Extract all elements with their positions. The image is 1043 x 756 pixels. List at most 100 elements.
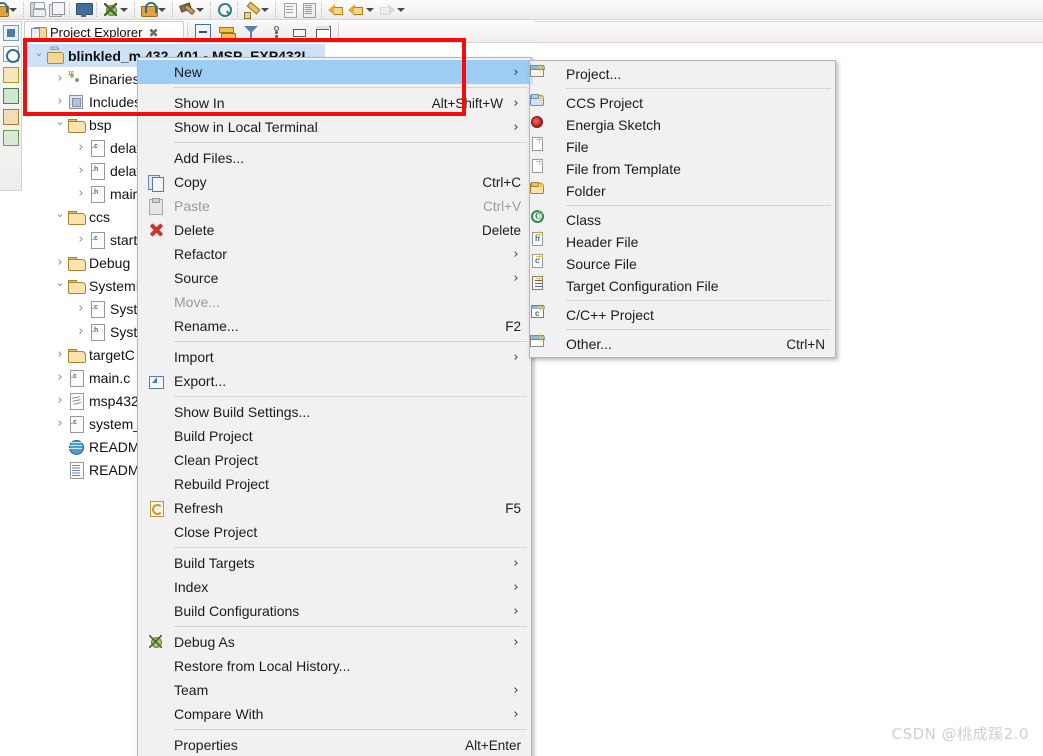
chevron-right-icon[interactable] [52, 416, 68, 431]
forward-button[interactable] [377, 0, 408, 20]
menu-item-rename[interactable]: Rename... F2 [138, 314, 531, 338]
menu-item-properties[interactable]: Properties Alt+Enter [138, 733, 531, 756]
menu-item-build-project[interactable]: Build Project [138, 424, 531, 448]
context-menu[interactable]: New › Show In Alt+Shift+W › Show in Local Ter… [137, 57, 532, 756]
outline-button[interactable] [299, 0, 318, 20]
chevron-right-icon[interactable] [73, 324, 89, 339]
perspective-icon-3[interactable] [2, 67, 19, 83]
submenu-item-folder[interactable]: Folder [530, 180, 835, 202]
collapse-all-icon[interactable] [195, 23, 211, 40]
menu-item-compare-with[interactable]: Compare With › [138, 702, 531, 726]
perspective-sidebar[interactable] [0, 21, 22, 191]
link-with-editor-icon[interactable] [219, 24, 236, 40]
search-button[interactable] [215, 0, 234, 20]
toolbar-leading-icon[interactable] [0, 0, 20, 20]
console-button[interactable] [74, 0, 93, 20]
chevron-right-icon[interactable] [73, 301, 89, 316]
save-button[interactable] [28, 0, 47, 20]
view-menu-icon[interactable] [267, 24, 283, 40]
chevron-right-icon[interactable] [52, 347, 68, 362]
menu-item-add-files[interactable]: Add Files... [138, 146, 531, 170]
submenu-item-source-file[interactable]: Source File [530, 253, 835, 275]
chevron-right-icon[interactable] [52, 393, 68, 408]
menu-item-rebuild-project[interactable]: Rebuild Project [138, 472, 531, 496]
chevron-down-icon[interactable] [52, 210, 68, 223]
submenu-item-header-file[interactable]: Header File [530, 231, 835, 253]
filter-icon[interactable] [243, 24, 259, 40]
new-submenu[interactable]: Project... CCS Project Energia Sketch File F… [529, 60, 836, 358]
menu-item-label: Other... [566, 336, 612, 352]
menu-item-build-configurations[interactable]: Build Configurations › [138, 599, 531, 623]
chevron-down-icon[interactable] [8, 1, 19, 18]
toolbar-separator [172, 2, 174, 17]
submenu-item-class[interactable]: Class [530, 209, 835, 231]
menu-item-label: Copy [174, 174, 207, 190]
chevron-right-icon[interactable] [52, 71, 68, 86]
submenu-item-file[interactable]: File [530, 136, 835, 158]
menu-item-refresh[interactable]: Refresh F5 [138, 496, 531, 520]
submenu-item-c-cpp-project[interactable]: C/C++ Project [530, 304, 835, 326]
run-button[interactable] [139, 0, 169, 20]
menu-item-import[interactable]: Import › [138, 345, 531, 369]
menu-item-show-build-settings[interactable]: Show Build Settings... [138, 400, 531, 424]
open-declaration-button[interactable] [280, 0, 299, 20]
submenu-item-target-configuration-file[interactable]: Target Configuration File [530, 275, 835, 297]
minimize-icon[interactable] [291, 24, 307, 40]
submenu-item-energia-sketch[interactable]: Energia Sketch [530, 114, 835, 136]
chevron-down-icon[interactable] [365, 1, 376, 18]
menu-separator [174, 626, 527, 627]
chevron-right-icon[interactable] [73, 232, 89, 247]
perspective-icon-6[interactable] [2, 130, 19, 146]
chevron-down-icon[interactable] [31, 49, 47, 62]
save-all-button[interactable] [47, 0, 66, 20]
menu-item-source[interactable]: Source › [138, 266, 531, 290]
menu-item-close-project[interactable]: Close Project [138, 520, 531, 544]
submenu-item-project[interactable]: Project... [530, 63, 835, 85]
menu-item-new[interactable]: New › [138, 60, 531, 84]
chevron-right-icon[interactable] [73, 186, 89, 201]
build-hammer-button[interactable] [177, 0, 207, 20]
chevron-down-icon[interactable] [52, 279, 68, 292]
chevron-down-icon[interactable] [119, 1, 130, 18]
chevron-down-icon[interactable] [195, 1, 206, 18]
chevron-right-icon[interactable] [52, 255, 68, 270]
debug-button[interactable] [101, 0, 131, 20]
menu-item-export[interactable]: Export... [138, 369, 531, 393]
perspective-icon-2[interactable] [2, 46, 20, 63]
menu-item-show-in[interactable]: Show In Alt+Shift+W › [138, 91, 531, 115]
view-toolbar [187, 22, 339, 42]
menu-item-copy[interactable]: Copy Ctrl+C [138, 170, 531, 194]
delete-icon [148, 222, 164, 238]
menu-item-refactor[interactable]: Refactor › [138, 242, 531, 266]
perspective-icon-4[interactable] [2, 88, 19, 104]
maximize-icon[interactable] [315, 24, 331, 40]
chevron-right-icon[interactable] [52, 370, 68, 385]
menu-item-team[interactable]: Team › [138, 678, 531, 702]
chevron-down-icon[interactable] [260, 1, 271, 18]
submenu-item-file-from-template[interactable]: File from Template [530, 158, 835, 180]
folder-icon [68, 255, 86, 271]
pencil-button[interactable] [242, 0, 272, 20]
perspective-icon-5[interactable] [2, 109, 19, 125]
menu-item-delete[interactable]: Delete Delete [138, 218, 531, 242]
perspective-icon-1[interactable] [2, 25, 19, 41]
chevron-down-icon[interactable] [157, 1, 168, 18]
menu-item-debug-as[interactable]: Debug As › [138, 630, 531, 654]
menu-item-index[interactable]: Index › [138, 575, 531, 599]
chevron-down-icon[interactable] [52, 118, 68, 131]
menu-item-restore-from-local-history[interactable]: Restore from Local History... [138, 654, 531, 678]
chevron-down-icon[interactable] [396, 1, 407, 18]
menu-item-clean-project[interactable]: Clean Project [138, 448, 531, 472]
chevron-right-icon[interactable] [73, 140, 89, 155]
chevron-right-icon: › [513, 349, 519, 365]
menu-item-show-in-local-terminal[interactable]: Show in Local Terminal › [138, 115, 531, 139]
previous-edit-button[interactable] [346, 0, 377, 20]
chevron-right-icon[interactable] [52, 94, 68, 109]
close-icon[interactable]: ✖ [148, 27, 158, 39]
submenu-item-ccs-project[interactable]: CCS Project [530, 92, 835, 114]
submenu-item-other[interactable]: Other... Ctrl+N [530, 333, 835, 355]
back-button[interactable] [326, 0, 346, 20]
tab-project-explorer[interactable]: Project Explorer ✖ [24, 21, 184, 43]
chevron-right-icon[interactable] [73, 163, 89, 178]
menu-item-build-targets[interactable]: Build Targets › [138, 551, 531, 575]
